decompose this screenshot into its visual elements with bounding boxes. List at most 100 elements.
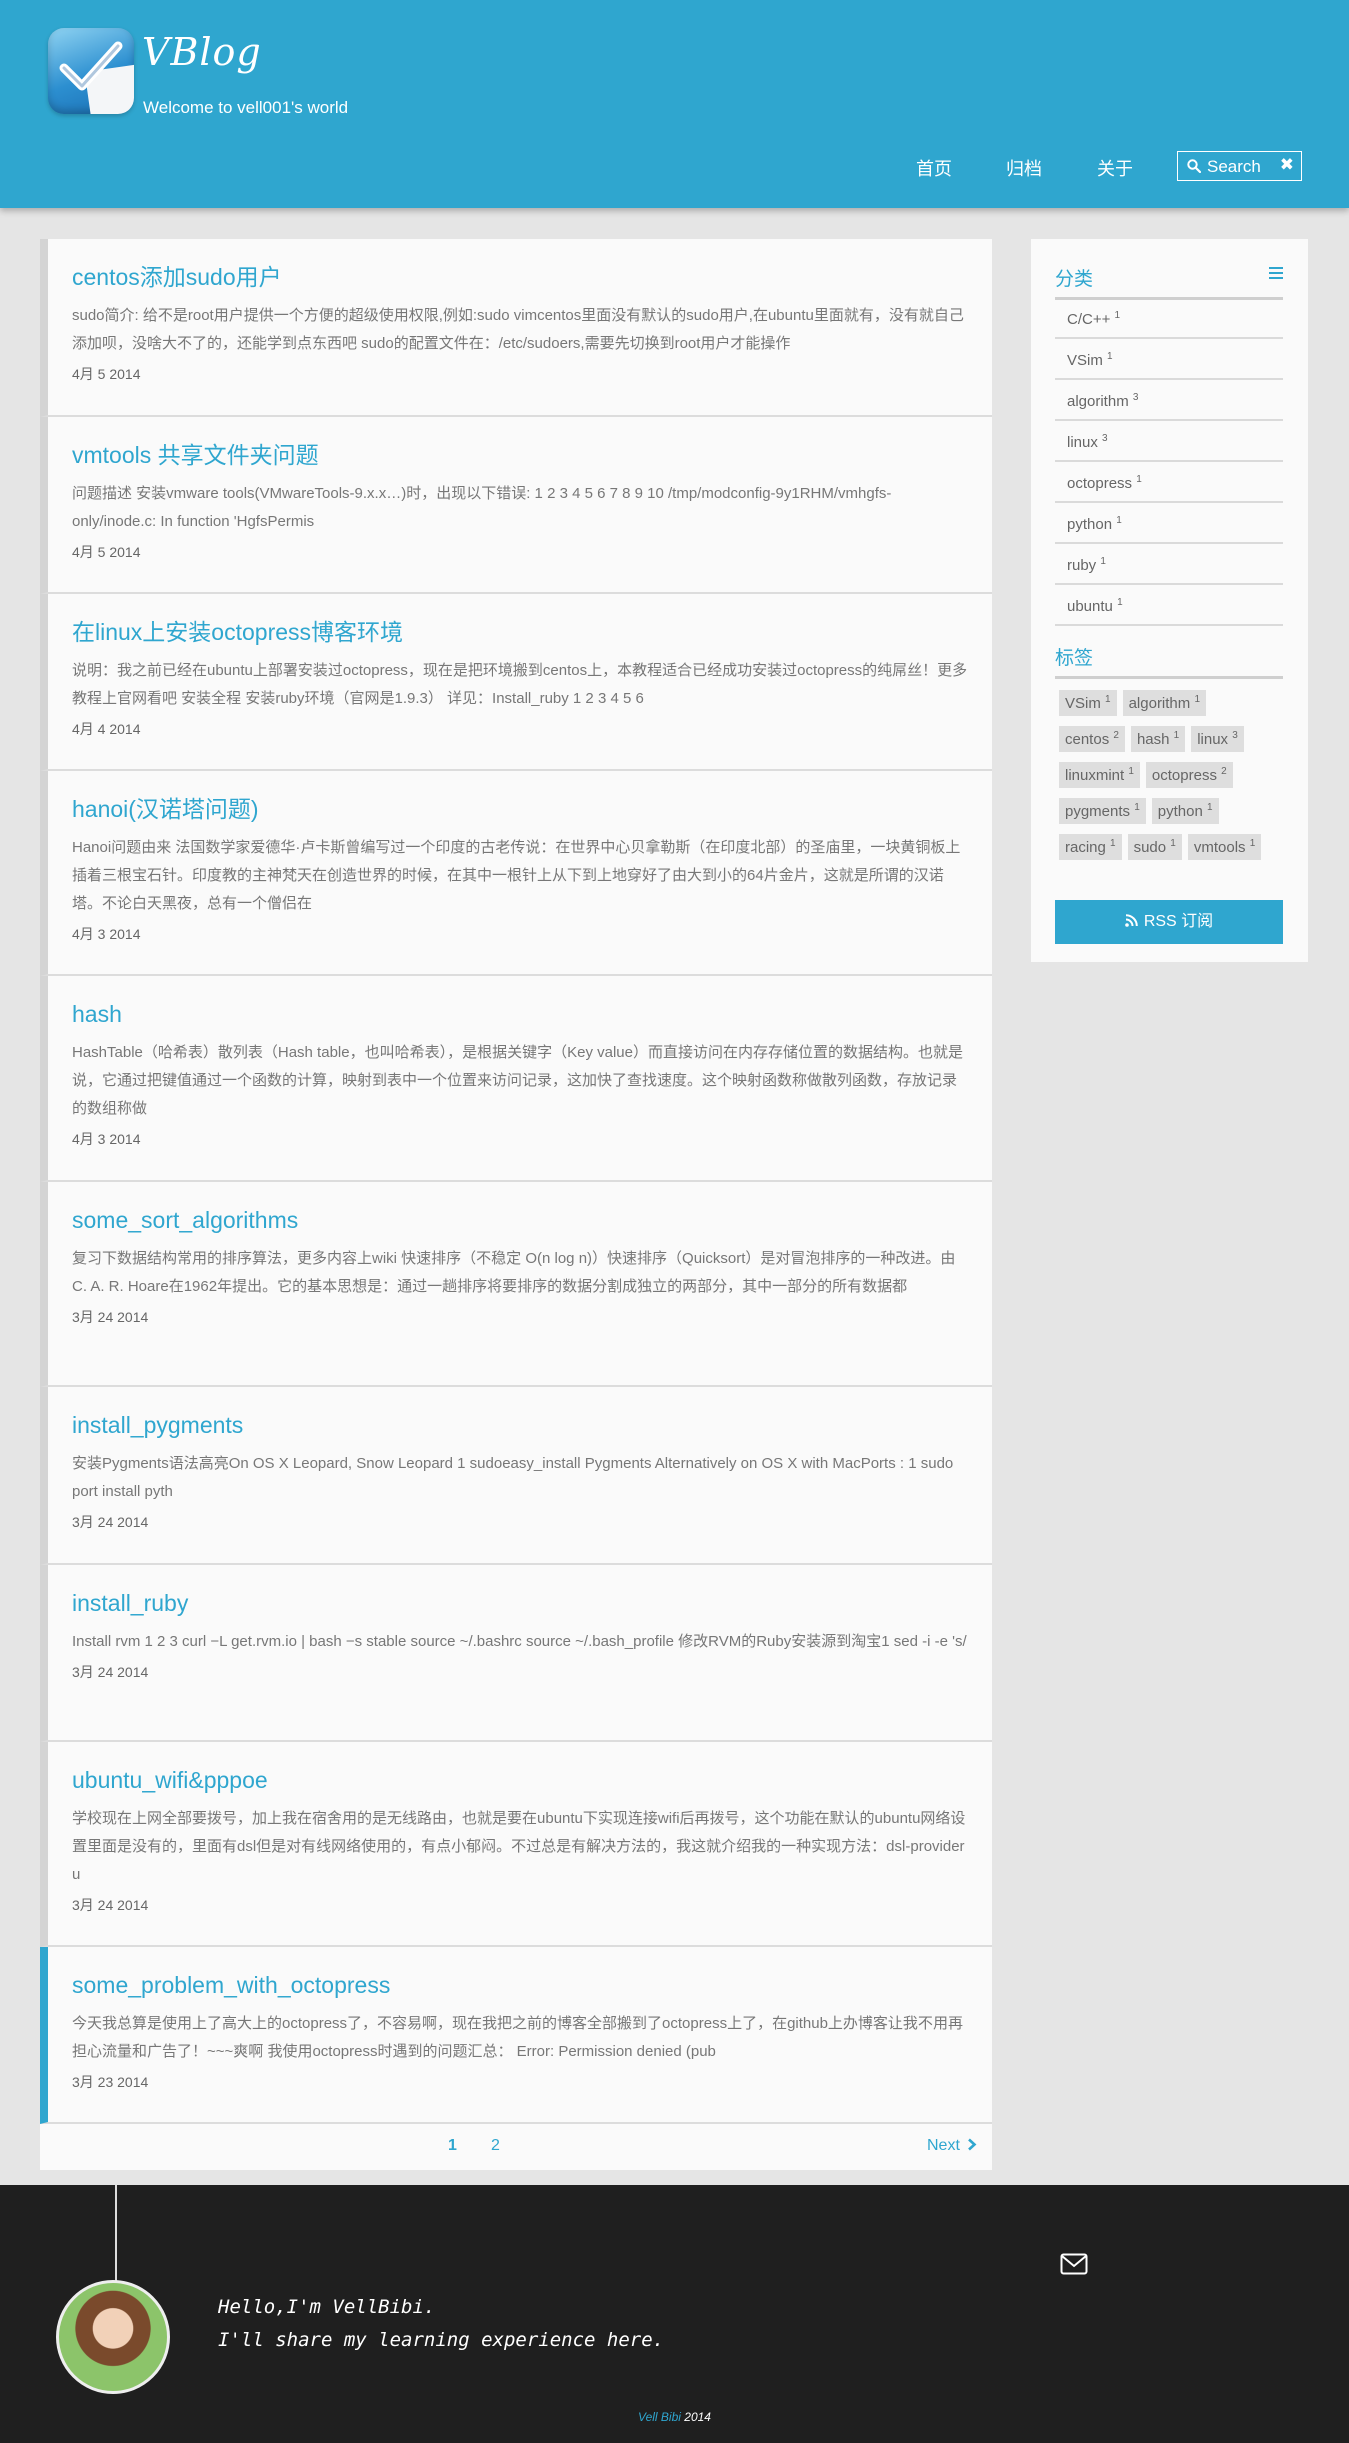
post-excerpt: 问题描述 安装vmware tools(VMwareTools-9.x.x…)时…: [72, 485, 892, 530]
post-date: 4月 4 2014: [72, 721, 141, 737]
category-item[interactable]: C/C++ 1: [1055, 298, 1283, 339]
category-item[interactable]: ruby 1: [1055, 544, 1283, 585]
categories-heading: 分类: [1055, 264, 1283, 300]
post-item: ubuntu_wifi&pppoe 学校现在上网全部要拨号，加上我在宿舍用的是无…: [40, 1742, 992, 1947]
category-count: 1: [1117, 597, 1123, 608]
tag-item[interactable]: linuxmint 1: [1059, 762, 1140, 788]
category-count: 1: [1136, 474, 1142, 485]
tag-name: python: [1157, 803, 1203, 820]
tag-item[interactable]: racing 1: [1059, 834, 1122, 860]
tags-heading-label: 标签: [1055, 648, 1094, 669]
tag-item[interactable]: python 1: [1151, 798, 1219, 824]
post-date: 4月 3 2014: [72, 1131, 141, 1147]
category-name: ruby: [1067, 557, 1097, 574]
rss-subscribe-button[interactable]: RSS 订阅: [1055, 900, 1283, 944]
tag-item[interactable]: VSim 1: [1059, 690, 1117, 716]
site-logo-icon[interactable]: [48, 28, 134, 114]
post-title-link[interactable]: some_sort_algorithms: [72, 1205, 970, 1235]
category-item[interactable]: algorithm 3: [1055, 380, 1283, 421]
nav-archive-link[interactable]: 归档: [1006, 155, 1042, 181]
post-date: 3月 24 2014: [72, 1664, 149, 1680]
category-item[interactable]: VSim 1: [1055, 339, 1283, 380]
site-header: VBlog Welcome to vell001's world 首页 归档 关…: [0, 0, 1349, 208]
tag-item[interactable]: centos 2: [1059, 726, 1125, 752]
tag-count: 3: [1232, 730, 1238, 741]
page-2-link[interactable]: 2: [491, 2137, 500, 2155]
post-title-link[interactable]: 在linux上安装octopress博客环境: [72, 617, 970, 647]
tag-item[interactable]: algorithm 1: [1122, 690, 1207, 716]
search-icon: [1187, 159, 1201, 173]
category-list: C/C++ 1 VSim 1 algorithm 3 linux 3 octop…: [1055, 298, 1283, 626]
post-excerpt: Hanoi问题由来 法国数学家爱德华·卢卡斯曾编写过一个印度的古老传说：在世界中…: [72, 839, 961, 912]
tag-count: 1: [1134, 802, 1140, 813]
tag-count: 1: [1207, 802, 1213, 813]
tag-name: pygments: [1065, 803, 1131, 820]
category-name: ubuntu: [1067, 598, 1113, 615]
post-title-link[interactable]: hanoi(汉诺塔问题): [72, 794, 970, 824]
site-title[interactable]: VBlog: [142, 30, 262, 74]
avatar: [56, 2280, 170, 2394]
post-date: 3月 23 2014: [72, 2074, 149, 2090]
tag-item[interactable]: linux 3: [1191, 726, 1244, 752]
rss-icon: [1125, 914, 1138, 927]
mail-icon[interactable]: [1060, 2253, 1088, 2275]
categories-heading-label: 分类: [1055, 269, 1094, 290]
copyright-brand[interactable]: Vell Bibi: [638, 2410, 681, 2424]
category-count: 1: [1114, 310, 1121, 321]
category-item[interactable]: linux 3: [1055, 421, 1283, 462]
category-item[interactable]: octopress 1: [1055, 462, 1283, 503]
category-count: 3: [1132, 392, 1139, 403]
tag-count: 2: [1221, 766, 1227, 777]
greeting-line-2: I'll share my learning experience here.: [218, 2329, 665, 2351]
avatar-string: [115, 2185, 117, 2285]
greeting-line-1: Hello,I'm VellBibi.: [218, 2296, 436, 2318]
tag-count: 1: [1249, 838, 1256, 849]
post-list: centos添加sudo用户 sudo简介: 给不是root用户提供一个方便的超…: [40, 239, 992, 2170]
nav-home-link[interactable]: 首页: [916, 155, 952, 181]
post-title-link[interactable]: hash: [72, 999, 970, 1029]
post-excerpt: 学校现在上网全部要拨号，加上我在宿舍用的是无线路由，也就是要在ubuntu下实现…: [72, 1810, 966, 1883]
tag-count: 2: [1113, 730, 1119, 741]
tag-cloud: VSim 1 algorithm 1 centos 2 hash 1 linux 3 …: [1059, 690, 1287, 870]
post-item: vmtools 共享文件夹问题 问题描述 安装vmware tools(VMwa…: [40, 417, 992, 594]
category-item[interactable]: ubuntu 1: [1055, 585, 1283, 626]
post-title-link[interactable]: vmtools 共享文件夹问题: [72, 440, 970, 470]
category-item[interactable]: python 1: [1055, 503, 1283, 544]
post-title-link[interactable]: ubuntu_wifi&pppoe: [72, 1765, 970, 1795]
pagination: 1 2 Next: [40, 2124, 992, 2170]
post-excerpt: 说明：我之前已经在ubuntu上部署安装过octopress，现在是把环境搬到c…: [72, 662, 968, 707]
category-name: linux: [1067, 434, 1098, 451]
next-page-button[interactable]: Next: [927, 2137, 977, 2155]
tag-name: racing: [1065, 839, 1106, 856]
search-input[interactable]: Search ✖: [1177, 151, 1302, 181]
tag-item[interactable]: pygments 1: [1059, 798, 1146, 824]
post-item: centos添加sudo用户 sudo简介: 给不是root用户提供一个方便的超…: [40, 239, 992, 417]
post-title-link[interactable]: some_problem_with_octopress: [72, 1970, 970, 2000]
search-clear-icon[interactable]: ✖: [1280, 155, 1294, 175]
chevron-right-icon: [968, 2138, 977, 2151]
tag-name: sudo: [1133, 839, 1167, 856]
post-date: 3月 24 2014: [72, 1309, 149, 1325]
tag-name: linuxmint: [1065, 767, 1125, 784]
tag-name: centos: [1065, 731, 1110, 748]
tag-item[interactable]: sudo 1: [1127, 834, 1182, 860]
post-title-link[interactable]: install_ruby: [72, 1588, 970, 1618]
post-date: 4月 3 2014: [72, 926, 141, 942]
post-title-link[interactable]: install_pygments: [72, 1410, 970, 1440]
tag-item[interactable]: octopress 2: [1145, 762, 1233, 788]
tag-item[interactable]: vmtools 1: [1187, 834, 1262, 860]
tag-item[interactable]: hash 1: [1130, 726, 1186, 752]
post-title-link[interactable]: centos添加sudo用户: [72, 262, 970, 292]
category-count: 1: [1116, 515, 1122, 526]
category-count: 3: [1102, 433, 1108, 444]
post-date: 3月 24 2014: [72, 1897, 149, 1913]
category-count: 1: [1100, 556, 1106, 567]
tag-name: linux: [1197, 731, 1229, 748]
page-1-link[interactable]: 1: [448, 2137, 457, 2155]
copyright: Vell Bibi 2014: [0, 2410, 1349, 2424]
nav-about-link[interactable]: 关于: [1097, 155, 1133, 181]
tag-name: vmtools: [1193, 839, 1246, 856]
list-menu-icon[interactable]: [1269, 267, 1283, 279]
tag-count: 1: [1173, 730, 1180, 741]
tag-name: algorithm: [1128, 695, 1191, 712]
